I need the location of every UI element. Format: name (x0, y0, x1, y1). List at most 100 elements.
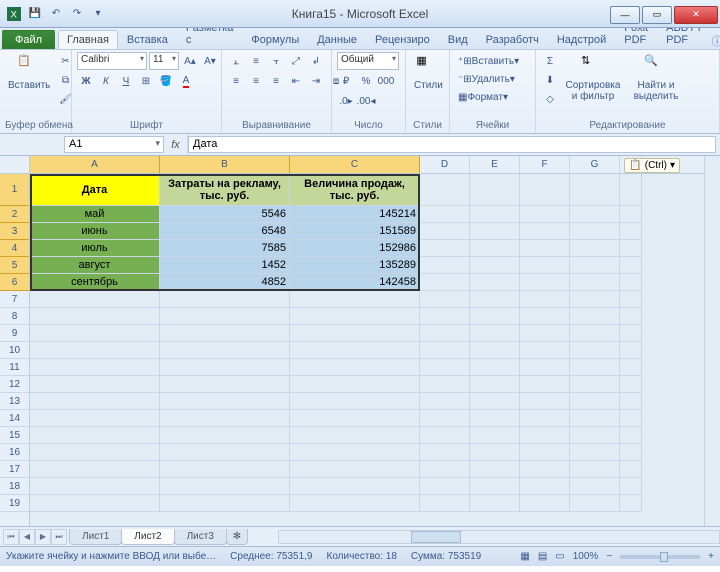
tab-Рецензиро[interactable]: Рецензиро (366, 30, 439, 49)
cell-F14[interactable] (520, 410, 570, 427)
number-format-dropdown[interactable]: Общий (337, 52, 399, 70)
cell-D4[interactable] (420, 240, 470, 257)
cell-E3[interactable] (470, 223, 520, 240)
cell-C19[interactable] (290, 495, 420, 512)
cell-A1[interactable]: Дата (30, 174, 160, 206)
format-cells-button[interactable]: ▦ Формат ▾ (455, 88, 511, 106)
cell-B2[interactable]: 5546 (160, 206, 290, 223)
cell-G1[interactable] (570, 174, 620, 206)
align-middle-icon[interactable]: ≡ (247, 52, 265, 70)
new-sheet-button[interactable]: ✻ (226, 529, 248, 545)
sheet-tab-Лист3[interactable]: Лист3 (174, 529, 227, 545)
underline-button[interactable]: Ч (117, 72, 135, 90)
sheet-nav-last-icon[interactable]: ⏭ (51, 529, 67, 545)
cell-D1[interactable] (420, 174, 470, 206)
cell-D16[interactable] (420, 444, 470, 461)
cell-H8[interactable] (620, 308, 642, 325)
sheet-nav-next-icon[interactable]: ▶ (35, 529, 51, 545)
cell-H9[interactable] (620, 325, 642, 342)
cell-H1[interactable] (620, 174, 642, 206)
cell-D3[interactable] (420, 223, 470, 240)
view-normal-icon[interactable]: ▦ (520, 551, 529, 562)
tab-Вид[interactable]: Вид (439, 30, 477, 49)
formula-input[interactable]: Дата (188, 136, 716, 153)
cell-G11[interactable] (570, 359, 620, 376)
border-icon[interactable]: ⊞ (137, 72, 155, 90)
cell-H19[interactable] (620, 495, 642, 512)
row-header-3[interactable]: 3 (0, 223, 29, 240)
cell-A9[interactable] (30, 325, 160, 342)
row-header-1[interactable]: 1 (0, 174, 29, 206)
cell-A17[interactable] (30, 461, 160, 478)
cell-H11[interactable] (620, 359, 642, 376)
cell-C12[interactable] (290, 376, 420, 393)
col-header-D[interactable]: D (420, 156, 470, 173)
cell-B19[interactable] (160, 495, 290, 512)
percent-icon[interactable]: % (357, 72, 375, 90)
cell-C13[interactable] (290, 393, 420, 410)
sort-filter-button[interactable]: ⇅ Сортировка и фильтр (562, 52, 624, 104)
cell-C17[interactable] (290, 461, 420, 478)
cell-H17[interactable] (620, 461, 642, 478)
ribbon-min-icon[interactable]: ⓘ (712, 33, 720, 49)
sheet-tab-Лист1[interactable]: Лист1 (69, 529, 122, 545)
delete-cells-button[interactable]: ⁻⊞ Удалить ▾ (455, 70, 518, 88)
cell-E2[interactable] (470, 206, 520, 223)
align-right-icon[interactable]: ≡ (267, 72, 285, 90)
cell-E6[interactable] (470, 274, 520, 291)
cell-F6[interactable] (520, 274, 570, 291)
cell-D5[interactable] (420, 257, 470, 274)
fx-icon[interactable]: fx (164, 134, 188, 155)
cell-G10[interactable] (570, 342, 620, 359)
sheet-nav-prev-icon[interactable]: ◀ (19, 529, 35, 545)
redo-icon[interactable]: ↷ (67, 4, 87, 24)
cell-A7[interactable] (30, 291, 160, 308)
cell-G7[interactable] (570, 291, 620, 308)
view-break-icon[interactable]: ▭ (555, 551, 564, 562)
col-header-F[interactable]: F (520, 156, 570, 173)
row-header-2[interactable]: 2 (0, 206, 29, 223)
cell-E8[interactable] (470, 308, 520, 325)
font-name-dropdown[interactable]: Calibri (77, 52, 147, 70)
cell-A15[interactable] (30, 427, 160, 444)
cell-G14[interactable] (570, 410, 620, 427)
cell-H13[interactable] (620, 393, 642, 410)
cell-F5[interactable] (520, 257, 570, 274)
cell-B14[interactable] (160, 410, 290, 427)
cell-D19[interactable] (420, 495, 470, 512)
cell-C9[interactable] (290, 325, 420, 342)
row-header-17[interactable]: 17 (0, 461, 29, 478)
cell-D13[interactable] (420, 393, 470, 410)
zoom-slider[interactable] (620, 555, 700, 559)
tab-Формулы[interactable]: Формулы (242, 30, 308, 49)
cell-E7[interactable] (470, 291, 520, 308)
font-color-icon[interactable]: A (177, 72, 195, 90)
cell-C3[interactable]: 151589 (290, 223, 420, 240)
row-header-6[interactable]: 6 (0, 274, 29, 291)
row-header-8[interactable]: 8 (0, 308, 29, 325)
cell-H4[interactable] (620, 240, 642, 257)
cell-D14[interactable] (420, 410, 470, 427)
col-header-G[interactable]: G (570, 156, 620, 173)
cell-E13[interactable] (470, 393, 520, 410)
row-header-9[interactable]: 9 (0, 325, 29, 342)
cell-D18[interactable] (420, 478, 470, 495)
cell-A5[interactable]: август (30, 257, 160, 274)
tab-file[interactable]: Файл (2, 30, 55, 49)
tab-Надстрой[interactable]: Надстрой (548, 30, 615, 49)
cell-F4[interactable] (520, 240, 570, 257)
cell-C1[interactable]: Величина продаж, тыс. руб. (290, 174, 420, 206)
cell-D6[interactable] (420, 274, 470, 291)
cell-H3[interactable] (620, 223, 642, 240)
cell-G3[interactable] (570, 223, 620, 240)
row-header-14[interactable]: 14 (0, 410, 29, 427)
cell-C5[interactable]: 135289 (290, 257, 420, 274)
row-header-5[interactable]: 5 (0, 257, 29, 274)
horizontal-scrollbar[interactable] (278, 530, 720, 544)
cell-C4[interactable]: 152986 (290, 240, 420, 257)
cell-G2[interactable] (570, 206, 620, 223)
cell-F18[interactable] (520, 478, 570, 495)
cell-C11[interactable] (290, 359, 420, 376)
cell-B11[interactable] (160, 359, 290, 376)
align-center-icon[interactable]: ≡ (247, 72, 265, 90)
